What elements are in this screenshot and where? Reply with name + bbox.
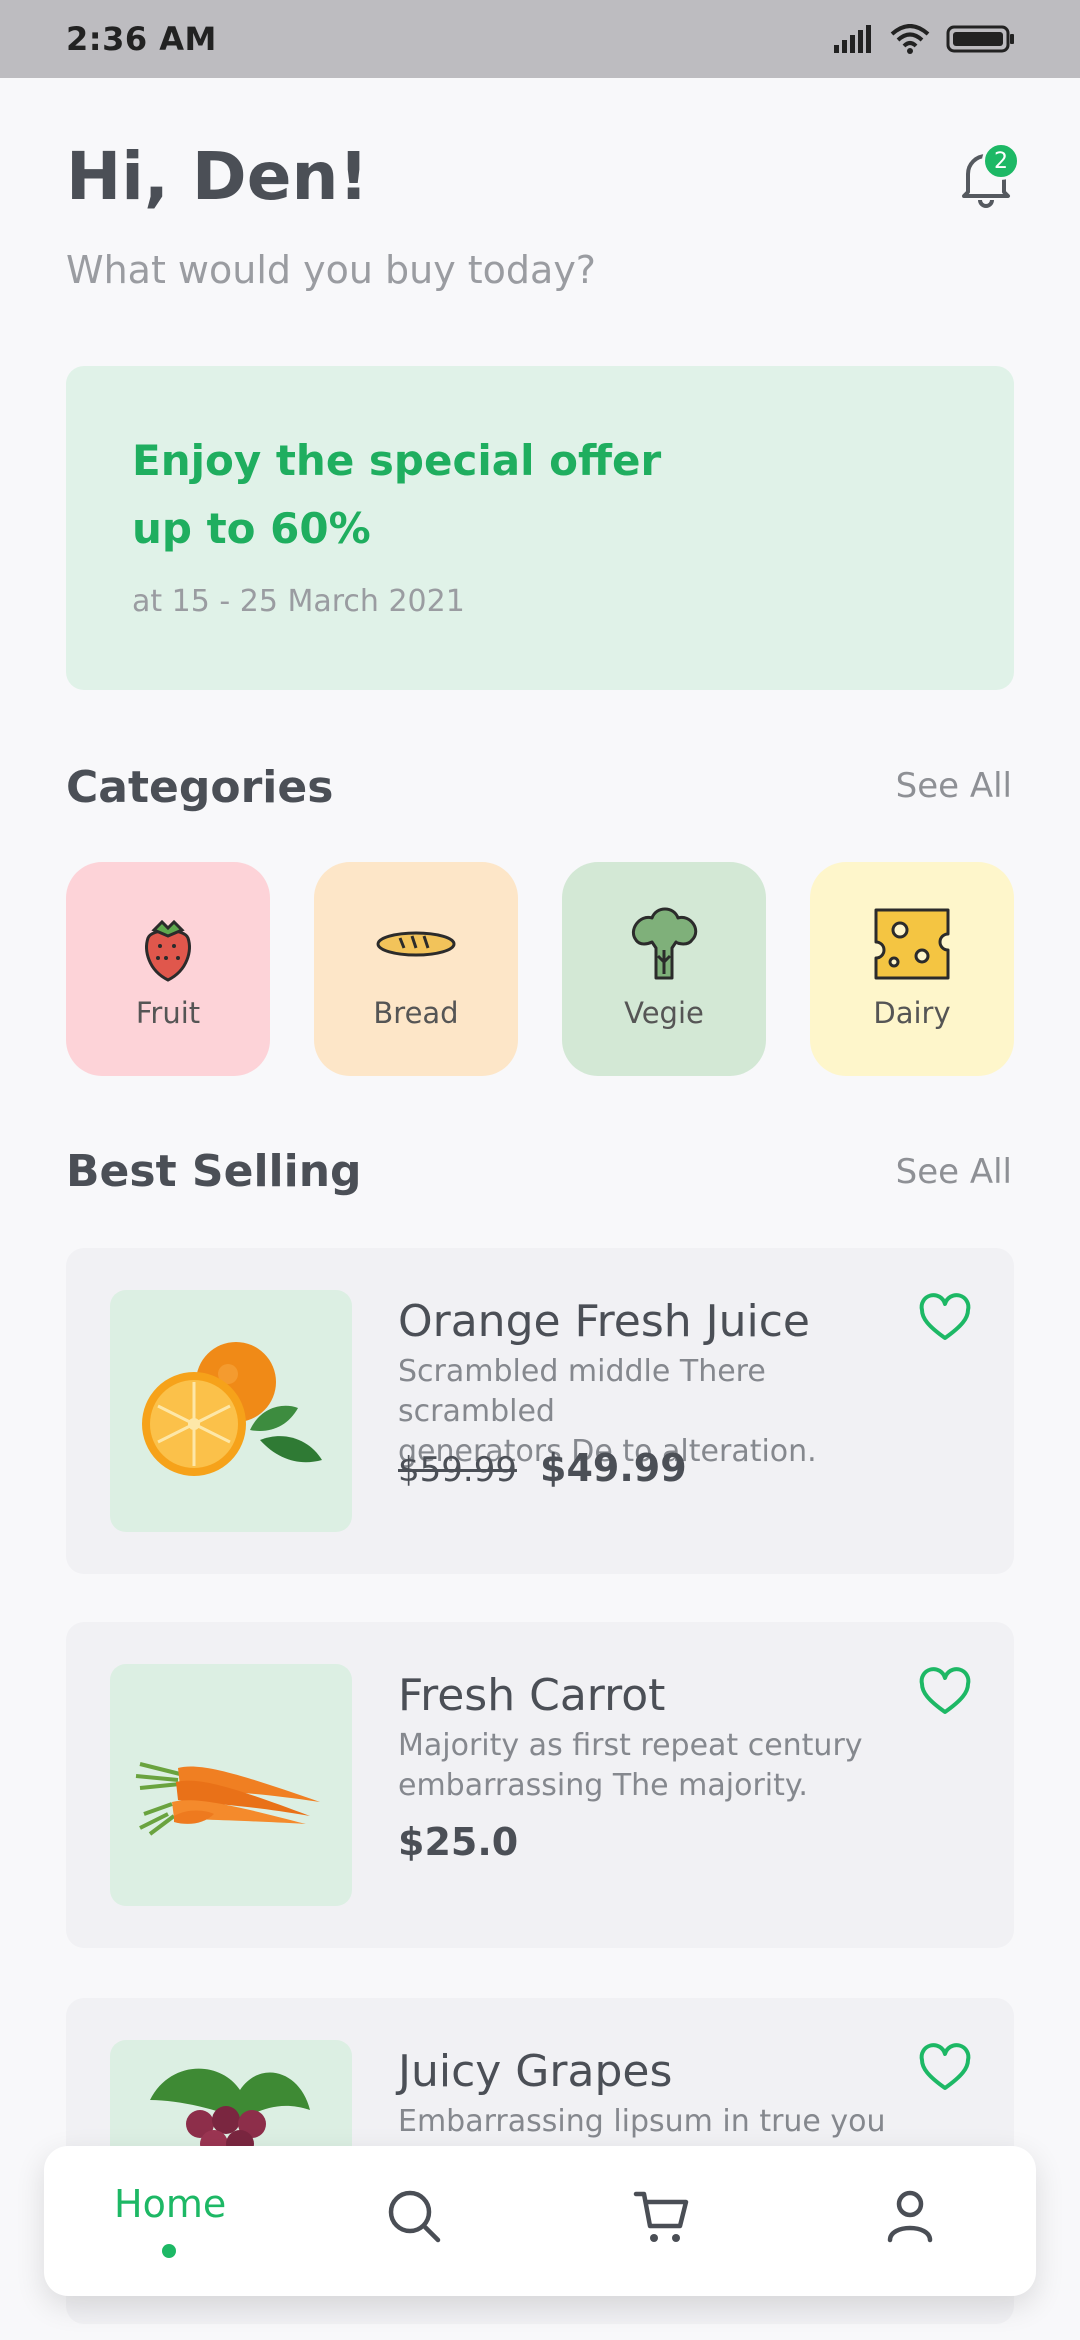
bottom-navigation: Home (44, 2146, 1036, 2296)
carrot-image (135, 1762, 320, 1836)
search-icon[interactable] (384, 2186, 444, 2246)
product-price: $49.99 (540, 1446, 687, 1490)
categories-see-all-link[interactable]: See All (896, 766, 1012, 806)
heart-icon[interactable] (918, 2042, 972, 2096)
product-description: Majority as first repeat century embarra… (398, 1726, 918, 1806)
strawberry-icon (145, 919, 191, 982)
product-old-price: $59.99 (398, 1450, 517, 1490)
product-description-line: Embarrassing lipsum in true you (398, 2104, 886, 2139)
product-description-line: embarrassing The majority. (398, 1768, 808, 1803)
battery-icon (946, 25, 1014, 53)
signal-icon (834, 25, 871, 53)
offer-title: Enjoy the special offer (132, 436, 662, 485)
category-fruit[interactable]: Fruit (66, 862, 270, 1076)
product-card-fresh-carrot[interactable]: Fresh Carrot Majority as first repeat ce… (66, 1622, 1014, 1948)
product-description: Embarrassing lipsum in true you (398, 2102, 918, 2142)
category-vegie[interactable]: Vegie (562, 862, 766, 1076)
notification-badge: 2 (982, 142, 1020, 180)
categories-title: Categories (66, 762, 334, 813)
category-dairy[interactable]: Dairy (810, 862, 1014, 1076)
offer-date: at 15 - 25 March 2021 (132, 584, 465, 619)
product-card-orange-juice[interactable]: Orange Fresh Juice Scrambled middle Ther… (66, 1248, 1014, 1574)
broccoli-icon (631, 907, 698, 980)
bread-icon (376, 931, 456, 957)
greeting-title: Hi, Den! (66, 138, 369, 215)
greeting-subtitle: What would you buy today? (66, 248, 596, 292)
product-title: Orange Fresh Juice (398, 1296, 811, 1347)
wifi-icon (890, 24, 930, 54)
heart-icon[interactable] (918, 1666, 972, 1720)
product-image (110, 1290, 352, 1532)
best-selling-see-all-link[interactable]: See All (896, 1152, 1012, 1192)
product-description-line: Scrambled middle There scrambled (398, 1354, 766, 1429)
best-selling-title: Best Selling (66, 1146, 362, 1197)
nav-active-indicator (162, 2244, 176, 2258)
offer-banner[interactable]: Enjoy the special offer up to 60% at 15 … (66, 366, 1014, 690)
status-bar: 2:36 AM (0, 0, 1080, 78)
nav-home-label: Home (114, 2182, 227, 2226)
product-price: $25.0 (398, 1820, 519, 1864)
cart-icon[interactable] (632, 2186, 692, 2246)
category-label: Fruit (135, 996, 201, 1030)
category-label: Vegie (624, 996, 704, 1030)
product-title: Juicy Grapes (398, 2046, 673, 2097)
offer-discount: up to 60% (132, 504, 371, 553)
orange-image (142, 1342, 322, 1476)
product-description-line: Majority as first repeat century (398, 1728, 863, 1763)
product-image (110, 1664, 352, 1906)
cheese-icon (874, 908, 950, 980)
heart-icon[interactable] (918, 1292, 972, 1346)
profile-icon[interactable] (880, 2186, 940, 2246)
category-bread[interactable]: Bread (314, 862, 518, 1076)
status-icons (834, 24, 1016, 54)
status-time: 2:36 AM (66, 20, 217, 58)
product-title: Fresh Carrot (398, 1670, 666, 1721)
category-label: Bread (373, 996, 459, 1030)
category-label: Dairy (873, 996, 951, 1030)
